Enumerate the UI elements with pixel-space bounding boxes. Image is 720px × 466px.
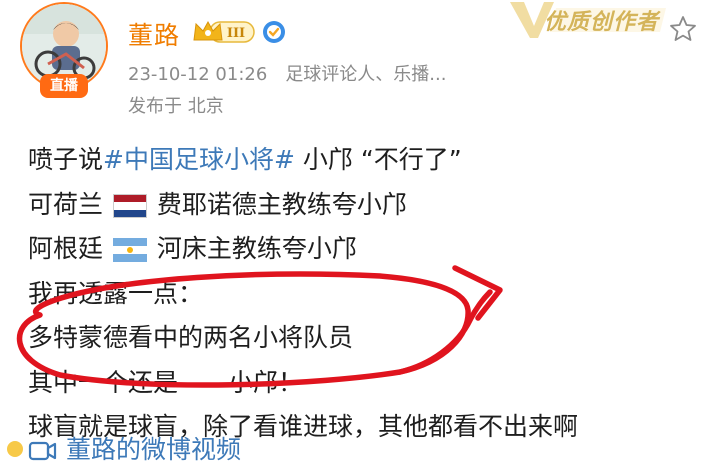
verified-icon	[263, 21, 285, 43]
content-line-1: 喷子说#中国足球小将# 小邝 “不行了”	[28, 138, 708, 183]
live-badge[interactable]: 直播	[40, 74, 88, 98]
content-line-5: 多特蒙德看中的两名小将队员	[28, 323, 354, 352]
content-text: 小邝 “不行了”	[294, 145, 462, 174]
content-line-6: 其中一个还是——小邝！	[28, 367, 304, 397]
post-content: 喷子说#中国足球小将# 小邝 “不行了” 可荷兰 费耶诺德主教练夸小邝 阿根廷 …	[28, 138, 708, 450]
author-tags[interactable]: 足球评论人、乐播...	[285, 64, 446, 85]
content-line-2: 可荷兰 费耶诺德主教练夸小邝	[28, 183, 708, 228]
content-text: 河床主教练夸小邝	[156, 234, 357, 263]
avatar-container[interactable]: 直播	[20, 2, 110, 102]
video-camera-icon	[28, 441, 57, 461]
content-line-3: 阿根廷 河床主教练夸小邝	[28, 227, 708, 272]
content-line-4: 我再透露一点：	[28, 278, 204, 308]
vip-crown-badge[interactable]: III	[192, 18, 256, 46]
argentina-flag-icon	[112, 238, 147, 262]
content-text: 可荷兰	[28, 189, 104, 219]
content-text: 喷子说	[28, 145, 104, 174]
post-meta: 23-10-12 01:26 足球评论人、乐播...	[128, 60, 446, 86]
author-name[interactable]: 董路	[128, 16, 180, 52]
video-link[interactable]: 董路的微博视频	[28, 430, 241, 466]
star-icon[interactable]	[668, 14, 698, 44]
post-location: 发布于 北京	[128, 96, 224, 117]
emoji-icon	[7, 441, 23, 457]
content-text: 费耶诺德主教练夸小邝	[156, 189, 407, 219]
creator-badge-label: 优质创作者	[544, 9, 660, 35]
netherlands-flag-icon	[112, 193, 147, 218]
content-text: 阿根廷	[28, 234, 104, 263]
vip-level-text: III	[227, 26, 245, 41]
post-timestamp: 23-10-12 01:26	[128, 64, 268, 85]
hashtag-link[interactable]: #中国足球小将#	[103, 145, 295, 174]
